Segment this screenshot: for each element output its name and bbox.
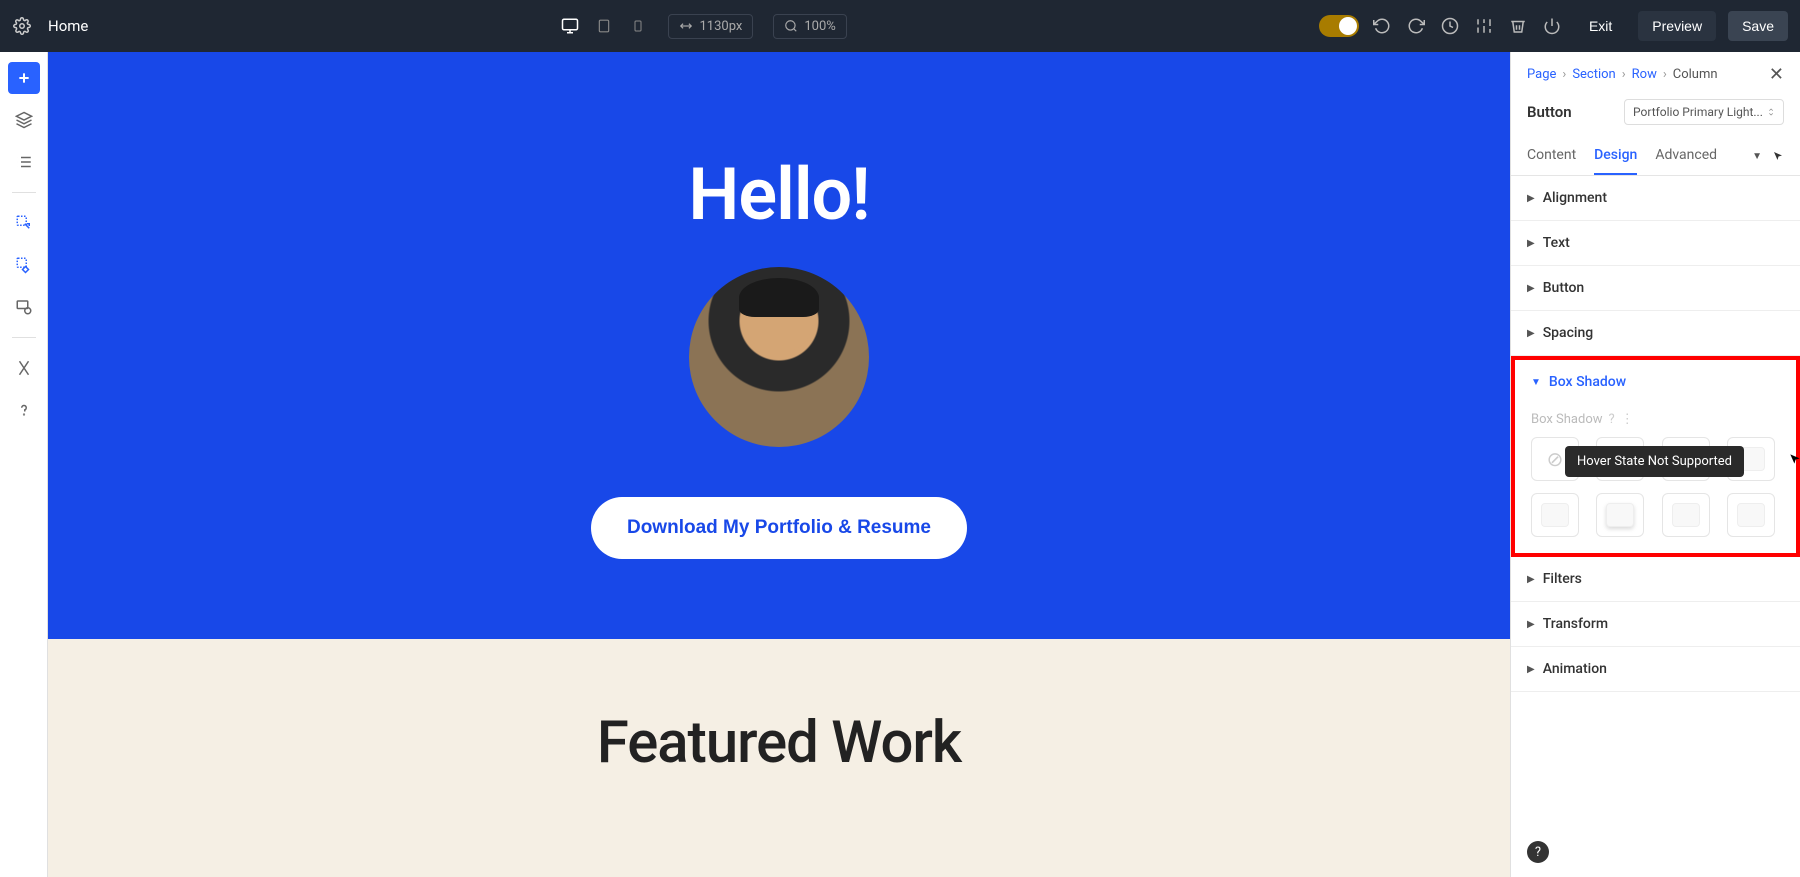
- left-toolbar: [0, 52, 48, 877]
- database-icon[interactable]: [8, 291, 40, 323]
- redo-icon[interactable]: [1405, 15, 1427, 37]
- section-text[interactable]: ▶ Text: [1511, 221, 1800, 265]
- tab-more-caret-icon[interactable]: ▼: [1752, 151, 1762, 162]
- section-transform[interactable]: ▶ Transform: [1511, 602, 1800, 646]
- section-button[interactable]: ▶ Button: [1511, 266, 1800, 310]
- breadcrumb-section[interactable]: Section: [1572, 67, 1615, 82]
- hero-title: Hello!: [88, 152, 1470, 237]
- section-filters[interactable]: ▶ Filters: [1511, 557, 1800, 601]
- breadcrumb: Page › Section › Row › Column ✕: [1511, 52, 1800, 91]
- power-icon[interactable]: [1541, 15, 1563, 37]
- trash-icon[interactable]: [1507, 15, 1529, 37]
- preset-dropdown[interactable]: Portfolio Primary Light...: [1624, 99, 1784, 125]
- cursor-pointer-icon: [1788, 452, 1800, 466]
- device-tablet-icon[interactable]: [594, 16, 614, 36]
- properties-panel: Page › Section › Row › Column ✕ Button P…: [1510, 52, 1800, 877]
- breadcrumb-column[interactable]: Column: [1673, 67, 1718, 82]
- help-icon[interactable]: [8, 394, 40, 426]
- tab-design[interactable]: Design: [1594, 137, 1637, 175]
- exit-button[interactable]: Exit: [1575, 11, 1626, 41]
- highlighted-box-shadow-region: ▼ Box Shadow Box Shadow ? ⋮: [1511, 356, 1800, 557]
- settings-gear-icon[interactable]: [12, 16, 32, 36]
- element-type: Button: [1527, 103, 1572, 121]
- canvas-width-display[interactable]: 1130px: [668, 14, 753, 39]
- top-bar: Home 1130px 100%: [0, 0, 1800, 52]
- download-resume-button[interactable]: Download My Portfolio & Resume: [591, 497, 967, 559]
- home-link[interactable]: Home: [48, 17, 88, 35]
- canvas-width-value: 1130px: [699, 19, 742, 34]
- more-dots-icon[interactable]: ⋮: [1621, 412, 1634, 427]
- hover-interaction-icon[interactable]: [8, 249, 40, 281]
- shadow-swatch-4[interactable]: [1531, 493, 1579, 537]
- preset-value: Portfolio Primary Light...: [1633, 105, 1763, 119]
- box-shadow-label: Box Shadow: [1531, 412, 1603, 427]
- featured-title: Featured Work: [88, 709, 1470, 777]
- layers-icon[interactable]: [8, 104, 40, 136]
- tab-content[interactable]: Content: [1527, 137, 1576, 175]
- history-icon[interactable]: [1439, 15, 1461, 37]
- theme-toggle[interactable]: [1319, 15, 1359, 37]
- featured-section[interactable]: Featured Work: [48, 639, 1510, 877]
- profile-avatar: [689, 267, 869, 447]
- preview-button[interactable]: Preview: [1638, 11, 1716, 41]
- device-desktop-icon[interactable]: [560, 16, 580, 36]
- undo-icon[interactable]: [1371, 15, 1393, 37]
- shadow-swatch-7[interactable]: [1727, 493, 1775, 537]
- sliders-icon[interactable]: [1473, 15, 1495, 37]
- cursor-icon[interactable]: [1772, 150, 1784, 162]
- zoom-display[interactable]: 100%: [773, 14, 846, 39]
- shadow-swatch-6[interactable]: [1662, 493, 1710, 537]
- close-panel-icon[interactable]: ✕: [1769, 64, 1784, 85]
- section-box-shadow[interactable]: ▼ Box Shadow: [1515, 360, 1796, 404]
- breadcrumb-row[interactable]: Row: [1632, 67, 1657, 82]
- section-animation[interactable]: ▶ Animation: [1511, 647, 1800, 691]
- section-alignment[interactable]: ▶ Alignment: [1511, 176, 1800, 220]
- list-icon[interactable]: [8, 146, 40, 178]
- canvas[interactable]: Hello! Download My Portfolio & Resume Fe…: [48, 52, 1510, 877]
- hero-section[interactable]: Hello! Download My Portfolio & Resume: [48, 52, 1510, 639]
- help-question-icon[interactable]: ?: [1609, 412, 1615, 427]
- help-button[interactable]: ?: [1527, 841, 1549, 863]
- shadow-swatch-5[interactable]: [1596, 493, 1644, 537]
- save-button[interactable]: Save: [1728, 11, 1788, 41]
- section-spacing[interactable]: ▶ Spacing: [1511, 311, 1800, 355]
- device-mobile-icon[interactable]: [628, 16, 648, 36]
- tools-icon[interactable]: [8, 352, 40, 384]
- tab-advanced[interactable]: Advanced: [1655, 137, 1717, 175]
- click-interaction-icon[interactable]: [8, 207, 40, 239]
- add-element-button[interactable]: [8, 62, 40, 94]
- breadcrumb-page[interactable]: Page: [1527, 67, 1556, 82]
- zoom-value: 100%: [804, 19, 835, 34]
- hover-not-supported-tooltip: Hover State Not Supported: [1565, 446, 1744, 477]
